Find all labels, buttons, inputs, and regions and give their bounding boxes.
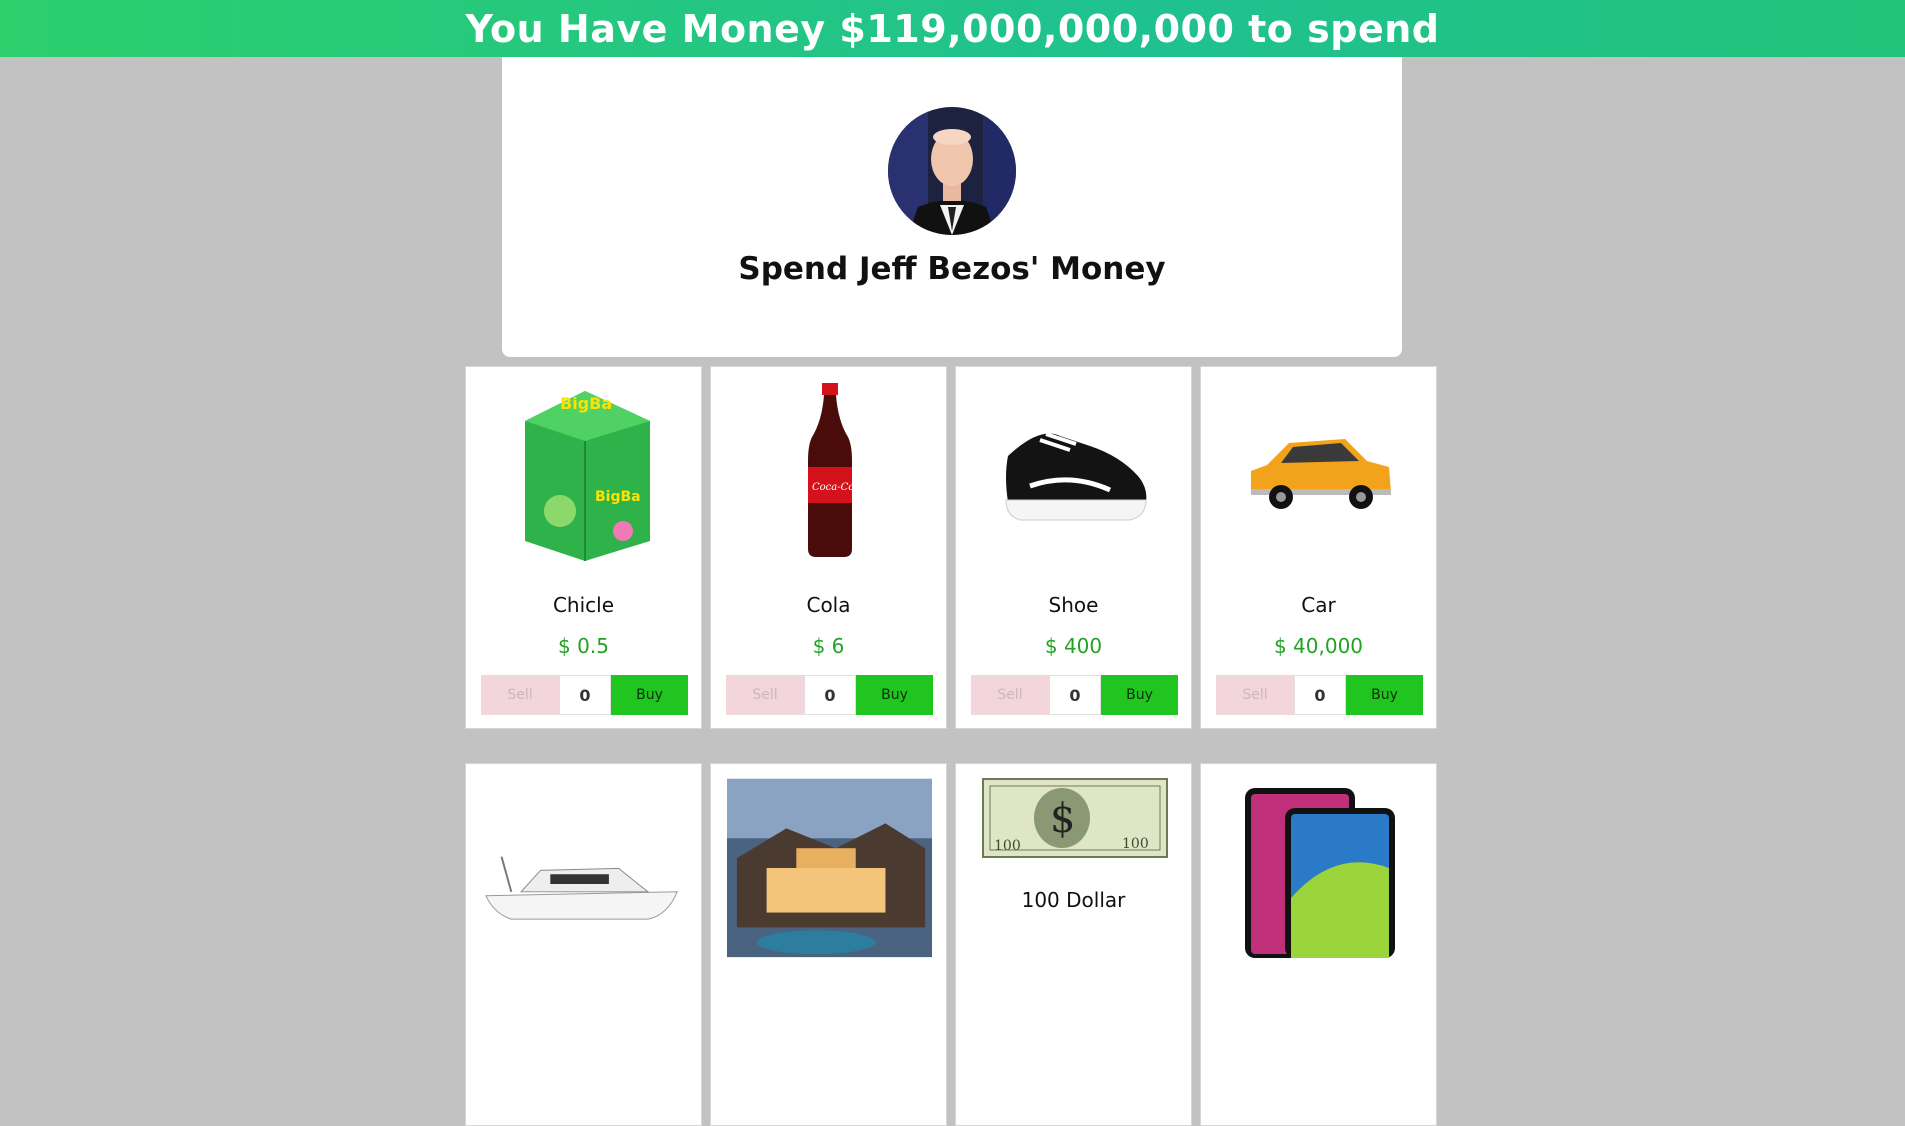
quantity-input[interactable] bbox=[804, 675, 856, 715]
product-card bbox=[710, 763, 947, 1126]
svg-text:100: 100 bbox=[994, 838, 1021, 854]
svg-text:Coca-Cola: Coca-Cola bbox=[812, 482, 860, 493]
quantity-controls: Sell Buy bbox=[481, 675, 688, 715]
product-name: Chicle bbox=[552, 593, 615, 617]
car-image bbox=[1217, 381, 1422, 561]
product-card: Car $ 40,000 Sell Buy bbox=[1200, 366, 1437, 729]
sell-button[interactable]: Sell bbox=[1216, 675, 1294, 715]
product-price: $ 0.5 bbox=[558, 634, 609, 658]
chicle-image: BigBa BigBa bbox=[482, 381, 687, 561]
buy-button[interactable]: Buy bbox=[1346, 675, 1423, 715]
sell-button[interactable]: Sell bbox=[481, 675, 559, 715]
product-price: $ 6 bbox=[812, 634, 845, 658]
buy-button[interactable]: Buy bbox=[1101, 675, 1178, 715]
dollar-bill-image: $ 100 100 bbox=[972, 778, 1177, 858]
product-name: Shoe bbox=[1048, 593, 1099, 617]
sell-button[interactable]: Sell bbox=[726, 675, 804, 715]
yacht-image bbox=[482, 824, 687, 944]
product-card: BigBa BigBa Chicle $ 0.5 Sell Buy bbox=[465, 366, 702, 729]
svg-text:BigBa: BigBa bbox=[560, 394, 612, 413]
product-card: Coca-Cola Cola $ 6 Sell Buy bbox=[710, 366, 947, 729]
avatar bbox=[888, 107, 1016, 235]
product-price: $ 400 bbox=[1044, 634, 1103, 658]
cola-image: Coca-Cola bbox=[727, 381, 932, 561]
product-price: $ 40,000 bbox=[1273, 634, 1364, 658]
hero-card: Spend Jeff Bezos' Money bbox=[502, 57, 1402, 357]
buy-button[interactable]: Buy bbox=[611, 675, 688, 715]
quantity-controls: Sell Buy bbox=[726, 675, 933, 715]
quantity-input[interactable] bbox=[559, 675, 611, 715]
svg-text:100: 100 bbox=[1122, 836, 1149, 852]
page-title: Spend Jeff Bezos' Money bbox=[738, 251, 1166, 287]
product-card bbox=[1200, 763, 1437, 1126]
product-name: Car bbox=[1301, 593, 1336, 617]
quantity-input[interactable] bbox=[1294, 675, 1346, 715]
ipad-image bbox=[1217, 778, 1422, 958]
product-card: $ 100 100 100 Dollar bbox=[955, 763, 1192, 1126]
sell-button[interactable]: Sell bbox=[971, 675, 1049, 715]
product-name: Cola bbox=[806, 593, 851, 617]
svg-text:BigBa: BigBa bbox=[595, 489, 641, 505]
mansion-image bbox=[727, 778, 932, 958]
quantity-input[interactable] bbox=[1049, 675, 1101, 715]
product-card: Shoe $ 400 Sell Buy bbox=[955, 366, 1192, 729]
buy-button[interactable]: Buy bbox=[856, 675, 933, 715]
shoe-image bbox=[972, 381, 1177, 561]
product-card bbox=[465, 763, 702, 1126]
quantity-controls: Sell Buy bbox=[971, 675, 1178, 715]
product-name: 100 Dollar bbox=[1021, 888, 1126, 912]
money-banner: You Have Money $119,000,000,000 to spend bbox=[0, 0, 1905, 57]
quantity-controls: Sell Buy bbox=[1216, 675, 1423, 715]
svg-text:$: $ bbox=[1050, 796, 1075, 842]
money-banner-text: You Have Money $119,000,000,000 to spend bbox=[465, 6, 1440, 51]
